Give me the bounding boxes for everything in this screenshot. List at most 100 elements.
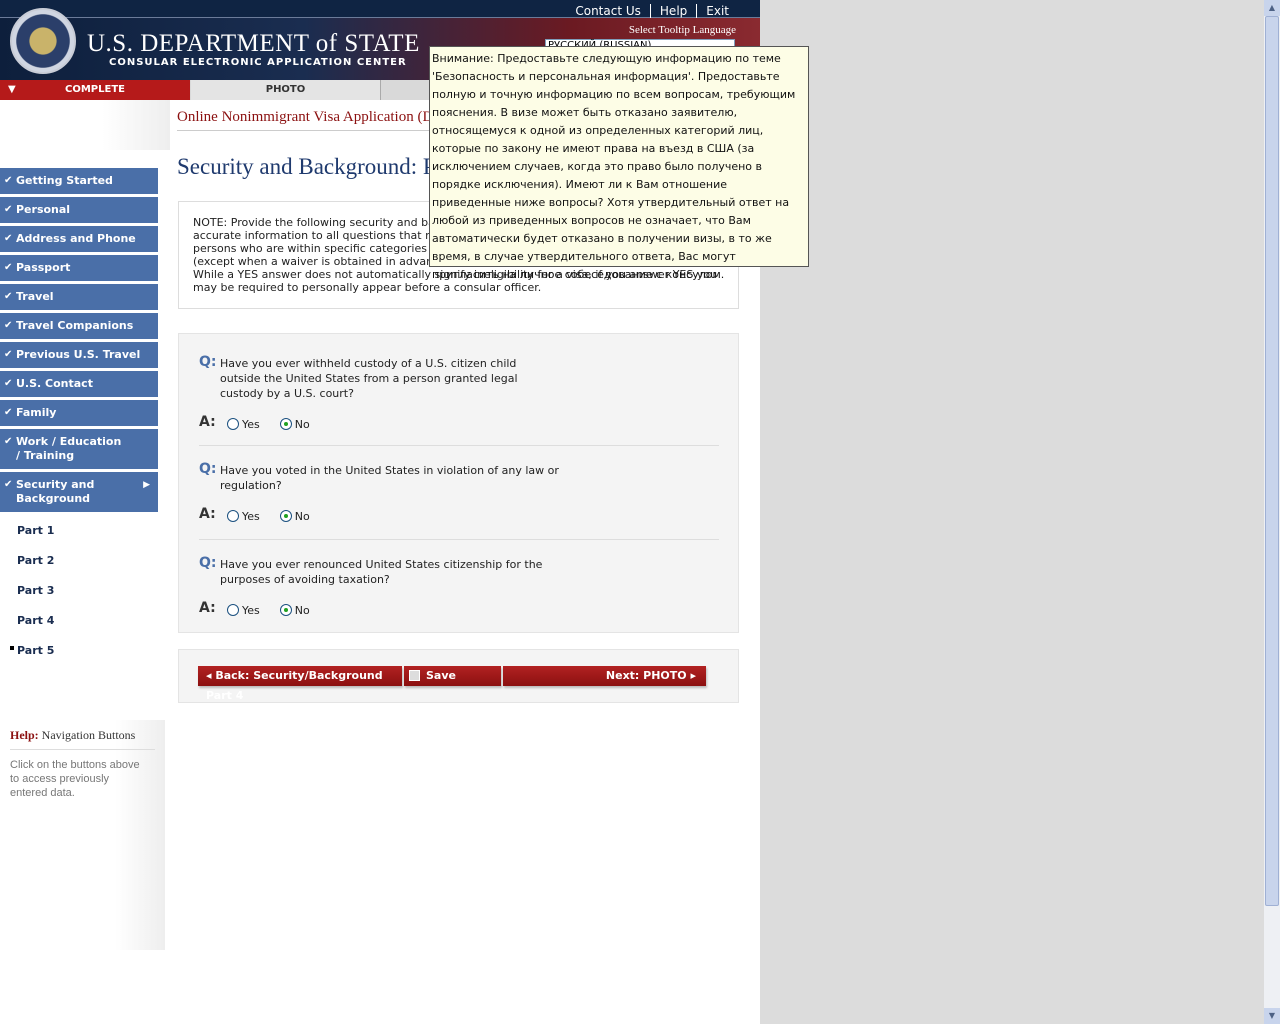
question-item: Q: Have you voted in the United States in… bbox=[199, 461, 719, 540]
back-label: Back: Security/Background Part 4 bbox=[206, 669, 383, 702]
help-label: Help: bbox=[10, 728, 39, 742]
check-icon: ✔ bbox=[4, 349, 13, 360]
save-label: Save bbox=[426, 669, 456, 682]
sidebar-subitem[interactable]: Part 2 bbox=[0, 552, 158, 582]
current-marker bbox=[10, 646, 14, 650]
answer-group: Yes No bbox=[227, 418, 310, 431]
question-text: Have you voted in the United States in v… bbox=[220, 464, 559, 492]
sidebar-top bbox=[0, 100, 170, 150]
sidebar-item-label: Address and Phone bbox=[16, 232, 136, 245]
subitem-label: Part 3 bbox=[17, 584, 55, 597]
check-icon: ✔ bbox=[4, 436, 13, 447]
no-label: No bbox=[294, 418, 310, 431]
no-label: No bbox=[294, 510, 310, 523]
scrollbar-thumb[interactable] bbox=[1265, 16, 1279, 906]
check-icon: ✔ bbox=[4, 320, 13, 331]
check-icon: ✔ bbox=[4, 291, 13, 302]
sidebar-nav: ✔ Getting Started ✔ Personal ✔ Address and Ph… bbox=[0, 168, 158, 672]
sidebar-item-label: Travel bbox=[16, 290, 54, 303]
tab-label: COMPLETE bbox=[65, 84, 125, 95]
contact-us-link[interactable]: Contact Us bbox=[566, 4, 650, 18]
sidebar-subitem[interactable]: Part 1 bbox=[0, 522, 158, 552]
sidebar-subitem[interactable]: Part 5 bbox=[0, 642, 158, 672]
sidebar-item-label: Security and Background bbox=[16, 478, 95, 505]
sidebar-item[interactable]: ✔ Family bbox=[0, 400, 158, 426]
no-radio[interactable] bbox=[279, 510, 292, 522]
question-item: Q: Have you ever renounced United States … bbox=[199, 555, 719, 635]
caret-down-icon: ▼ bbox=[8, 84, 16, 95]
sidebar-item[interactable]: ✔ U.S. Contact bbox=[0, 371, 158, 397]
a-label: A: bbox=[199, 414, 216, 430]
q-label: Q: bbox=[199, 354, 217, 370]
tooltip-popup: Внимание: Предоставьте следующую информа… bbox=[429, 46, 809, 281]
yes-label: Yes bbox=[242, 604, 260, 617]
sidebar-item-label: U.S. Contact bbox=[16, 377, 93, 390]
arrow-right-icon: ▸ bbox=[686, 669, 696, 682]
subitem-label: Part 5 bbox=[17, 644, 55, 657]
exit-link[interactable]: Exit bbox=[696, 4, 738, 18]
check-icon: ✔ bbox=[4, 262, 13, 273]
yes-radio[interactable] bbox=[227, 510, 239, 522]
page: Contact Us Help Exit U.S. DEPARTMENT of ST… bbox=[0, 0, 809, 1024]
question-item: Q: Have you ever withheld custody of a U.… bbox=[199, 354, 719, 446]
sidebar-item[interactable]: ✔ Previous U.S. Travel bbox=[0, 342, 158, 368]
tab-photo[interactable]: PHOTO bbox=[191, 80, 381, 100]
subitem-label: Part 2 bbox=[17, 554, 55, 567]
yes-label: Yes bbox=[242, 418, 260, 431]
check-icon: ✔ bbox=[4, 407, 13, 418]
sidebar-item[interactable]: ✔ Address and Phone bbox=[0, 226, 158, 252]
navigation-buttons: ◂ Back: Security/Background Part 4 Save … bbox=[178, 649, 739, 703]
back-button[interactable]: ◂ Back: Security/Background Part 4 bbox=[198, 666, 402, 702]
yes-radio[interactable] bbox=[227, 418, 239, 430]
check-icon: ✔ bbox=[4, 378, 13, 389]
sidebar-item[interactable]: ✔ Work / Education / Training bbox=[0, 429, 158, 469]
no-radio[interactable] bbox=[279, 604, 292, 616]
next-button[interactable]: Next: PHOTO ▸ bbox=[503, 666, 706, 686]
yes-label: Yes bbox=[242, 510, 260, 523]
no-label: No bbox=[294, 604, 310, 617]
q-label: Q: bbox=[199, 461, 217, 477]
sidebar-item[interactable]: ✔ Getting Started bbox=[0, 168, 158, 194]
sidebar-item-label: Getting Started bbox=[16, 174, 113, 187]
subitem-label: Part 1 bbox=[17, 524, 55, 537]
scroll-up-button[interactable]: ▲ bbox=[1264, 0, 1280, 16]
check-icon: ✔ bbox=[4, 479, 13, 490]
questions-panel: Q: Have you ever withheld custody of a U.… bbox=[178, 333, 739, 633]
sidebar-item-label: Travel Companions bbox=[16, 319, 134, 332]
a-label: A: bbox=[199, 506, 216, 522]
sidebar-item[interactable]: ✔ Travel bbox=[0, 284, 158, 310]
check-icon: ✔ bbox=[4, 175, 13, 186]
scroll-down-button[interactable]: ▼ bbox=[1264, 1008, 1280, 1024]
question-text: Have you ever renounced United States ci… bbox=[220, 558, 543, 586]
sidebar-item[interactable]: ✔ Personal bbox=[0, 197, 158, 223]
answer-group: Yes No bbox=[227, 510, 310, 523]
q-label: Q: bbox=[199, 555, 217, 571]
department-title: U.S. DEPARTMENT of STATE bbox=[87, 30, 420, 57]
sidebar-item[interactable]: ✔ Security and Background ▶ bbox=[0, 472, 158, 512]
help-link[interactable]: Help bbox=[649, 4, 697, 18]
answer-group: Yes No bbox=[227, 604, 310, 617]
a-label: A: bbox=[199, 600, 216, 616]
floppy-disk-icon bbox=[409, 670, 420, 681]
sidebar-item-label: Passport bbox=[16, 261, 71, 274]
tooltip-language-label: Select Tooltip Language bbox=[628, 24, 736, 36]
arrow-left-icon: ◂ bbox=[206, 669, 216, 682]
sidebar-item-label: Personal bbox=[16, 203, 71, 216]
state-department-seal-logo bbox=[10, 8, 76, 74]
tab-complete[interactable]: ▼ COMPLETE bbox=[0, 80, 190, 100]
top-links: Contact Us Help Exit bbox=[0, 0, 760, 18]
sidebar-subitem[interactable]: Part 4 bbox=[0, 612, 158, 642]
yes-radio[interactable] bbox=[227, 604, 239, 616]
sidebar-item[interactable]: ✔ Passport bbox=[0, 255, 158, 281]
help-heading: Help: Navigation Buttons bbox=[10, 728, 155, 750]
sidebar-item[interactable]: ✔ Travel Companions bbox=[0, 313, 158, 339]
save-button[interactable]: Save bbox=[404, 666, 501, 686]
sidebar-item-label: Previous U.S. Travel bbox=[16, 348, 141, 361]
ceac-subtitle: CONSULAR ELECTRONIC APPLICATION CENTER bbox=[109, 57, 407, 68]
subitem-label: Part 4 bbox=[17, 614, 55, 627]
no-radio[interactable] bbox=[279, 418, 292, 430]
check-icon: ✔ bbox=[4, 204, 13, 215]
sidebar-subitem[interactable]: Part 3 bbox=[0, 582, 158, 612]
arrow-right-icon: ▶ bbox=[143, 480, 150, 490]
check-icon: ✔ bbox=[4, 233, 13, 244]
